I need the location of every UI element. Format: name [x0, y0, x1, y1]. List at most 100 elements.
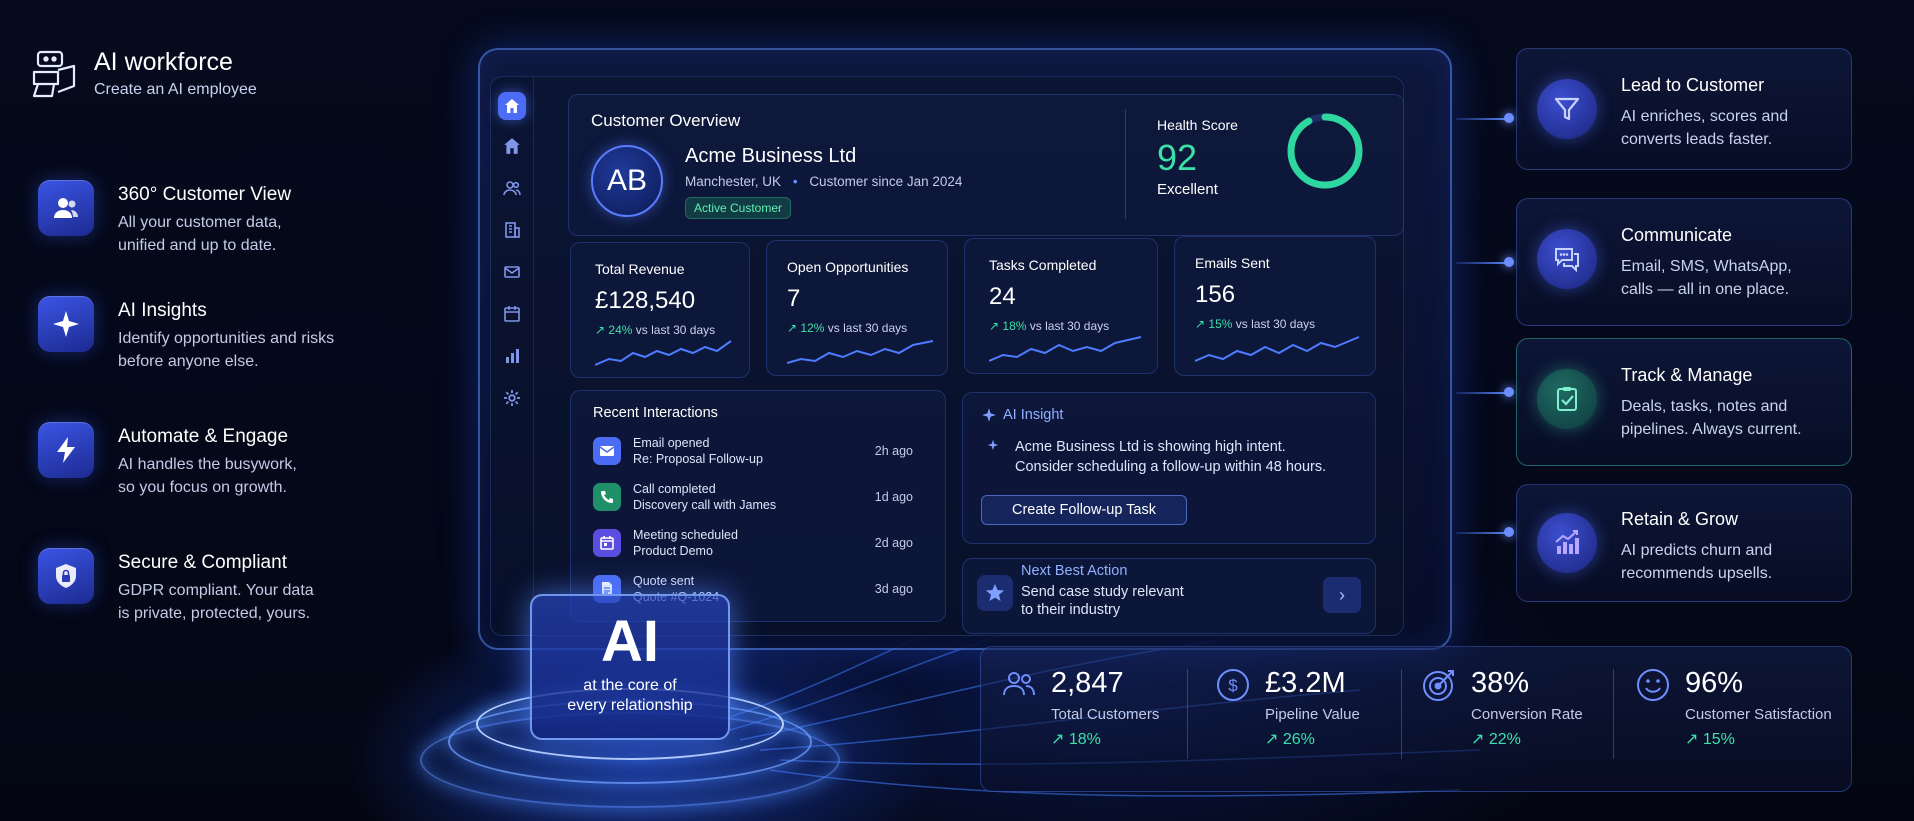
card-lead-to-customer[interactable]: Lead to Customer AI enriches, scores and…	[1516, 48, 1852, 170]
insight-text: Acme Business Ltd is showing high intent…	[1015, 439, 1286, 455]
stat-delta: 26%	[1282, 731, 1315, 748]
sidebar-item-calendar[interactable]	[500, 302, 524, 326]
next-action-title: Next Best Action	[1021, 563, 1128, 579]
create-follow-up-task-button[interactable]: Create Follow-up Task	[981, 495, 1187, 525]
stat-card-tasks: Tasks Completed 24 ↗ 18% vs last 30 days	[964, 238, 1158, 374]
dollar-icon: $	[1217, 669, 1249, 701]
bottom-stats-bar: 2,847 Total Customers ↗ 18% $ £3.2M Pipe…	[980, 646, 1852, 792]
panel-title: Customer Overview	[591, 111, 741, 130]
interaction-time: 2h ago	[874, 444, 913, 458]
chat-icon	[1537, 229, 1597, 289]
brand-title: AI workforce	[94, 48, 233, 76]
stat-delta: 12%	[800, 321, 825, 335]
company-location: Manchester, UK	[685, 174, 782, 189]
smile-icon	[1637, 669, 1669, 701]
mail-icon	[504, 266, 520, 278]
trend-up-icon: ↗	[1471, 731, 1485, 748]
stat-delta: 15%	[1702, 731, 1735, 748]
list-item[interactable]: Meeting scheduled Product Demo 2d ago	[593, 525, 913, 561]
list-item[interactable]: Email opened Re: Proposal Follow-up 2h ag…	[593, 433, 913, 469]
stat-value: 2,847	[1051, 667, 1124, 699]
stat-delta-suffix: vs last 30 days	[1235, 317, 1316, 331]
card-retain-grow[interactable]: Retain & Grow AI predicts churn and recom…	[1516, 484, 1852, 602]
funnel-icon	[1537, 79, 1597, 139]
sidebar-item-reports[interactable]	[500, 344, 524, 368]
card-text: calls — all in one place.	[1621, 281, 1790, 298]
feature-text: unified and up to date.	[118, 237, 277, 254]
sidebar-item-home[interactable]	[500, 134, 524, 158]
home-icon	[505, 99, 519, 113]
feature-text: so you focus on growth.	[118, 479, 287, 496]
card-title: Track & Manage	[1621, 365, 1753, 385]
chevron-right-icon[interactable]: ›	[1323, 577, 1361, 613]
ai-insight-panel: AI Insight Acme Business Ltd is showing …	[962, 392, 1376, 544]
home-nav-active[interactable]	[498, 92, 526, 120]
card-communicate[interactable]: Communicate Email, SMS, WhatsApp, calls —…	[1516, 198, 1852, 326]
sidebar-item-customers[interactable]	[500, 176, 524, 200]
status-badge: Active Customer	[685, 197, 792, 219]
divider	[1125, 109, 1126, 219]
trend-up-icon: ↗	[1195, 317, 1206, 331]
stat-total-customers: 2,847 Total Customers ↗ 18%	[1001, 667, 1159, 777]
users-icon	[503, 181, 521, 196]
connector-dot	[1504, 527, 1514, 537]
stat-value: 96%	[1685, 667, 1744, 699]
trend-up-icon: ↗	[1265, 731, 1279, 748]
card-track-manage[interactable]: Track & Manage Deals, tasks, notes and pi…	[1516, 338, 1852, 466]
card-text: AI predicts churn and	[1621, 542, 1773, 559]
calendar-icon	[504, 306, 520, 322]
next-action-text: Send case study relevant	[1021, 584, 1184, 600]
card-text: pipelines. Always current.	[1621, 421, 1802, 438]
sidebar	[490, 76, 534, 636]
interaction-time: 1d ago	[874, 490, 913, 504]
stat-customer-satisfaction: 96% Customer Satisfaction ↗ 15%	[1635, 667, 1832, 777]
feature-automate: Automate & Engage AI handles the busywor…	[38, 422, 378, 499]
card-text: AI enriches, scores and	[1621, 108, 1789, 125]
ai-core-text: at the core of	[583, 677, 677, 694]
interaction-detail: Product Demo	[633, 544, 713, 558]
divider	[1187, 669, 1188, 759]
sidebar-item-companies[interactable]	[500, 218, 524, 242]
card-title: Retain & Grow	[1621, 509, 1739, 529]
separator-dot: •	[792, 174, 798, 189]
users-icon	[38, 180, 94, 236]
sidebar-item-settings[interactable]	[500, 386, 524, 410]
health-score-value: 92	[1157, 137, 1198, 178]
insight-title: AI Insight	[1003, 407, 1064, 423]
clipboard-check-icon	[1537, 369, 1597, 429]
card-title: Lead to Customer	[1621, 75, 1765, 95]
calendar-icon	[593, 529, 621, 557]
stat-delta-suffix: vs last 30 days	[827, 321, 908, 335]
star-icon	[977, 575, 1013, 611]
customer-overview-panel: Customer Overview AB Acme Business Ltd M…	[568, 94, 1404, 236]
sparkle-icon	[38, 296, 94, 352]
sparkline	[787, 340, 934, 364]
sidebar-item-mail[interactable]	[500, 260, 524, 284]
feature-text: is private, protected, yours.	[118, 605, 311, 622]
next-action-text: to their industry	[1021, 602, 1121, 618]
brand: AI workforce Create an AI employee	[30, 48, 257, 100]
feature-text: before anyone else.	[118, 353, 259, 370]
phone-icon	[593, 483, 621, 511]
trend-up-icon: ↗	[787, 321, 798, 335]
list-item[interactable]: Call completed Discovery call with James …	[593, 479, 913, 515]
stat-delta: 15%	[1208, 317, 1233, 331]
stat-title: Tasks Completed	[989, 257, 1097, 273]
interaction-title: Email opened	[633, 436, 710, 450]
stat-label: Customer Satisfaction	[1685, 706, 1832, 723]
interaction-title: Call completed	[633, 482, 716, 496]
next-best-action-panel[interactable]: Next Best Action Send case study relevan…	[962, 558, 1376, 634]
interaction-time: 2d ago	[874, 536, 913, 550]
stat-delta: 22%	[1488, 731, 1521, 748]
trend-up-icon: ↗	[1685, 731, 1699, 748]
customer-since: Customer since Jan 2024	[809, 174, 963, 189]
feature-ai-insights: AI Insights Identify opportunities and r…	[38, 296, 378, 373]
trend-up-icon: ↗	[989, 319, 1000, 333]
interaction-time: 3d ago	[874, 582, 913, 596]
stat-delta: 18%	[1002, 319, 1027, 333]
feature-title: 360° Customer View	[118, 184, 292, 205]
feature-text: GDPR compliant. Your data	[118, 582, 314, 599]
robot-icon	[32, 50, 76, 98]
feature-text: Identify opportunities and risks	[118, 330, 335, 347]
stat-value: 24	[989, 283, 1016, 310]
